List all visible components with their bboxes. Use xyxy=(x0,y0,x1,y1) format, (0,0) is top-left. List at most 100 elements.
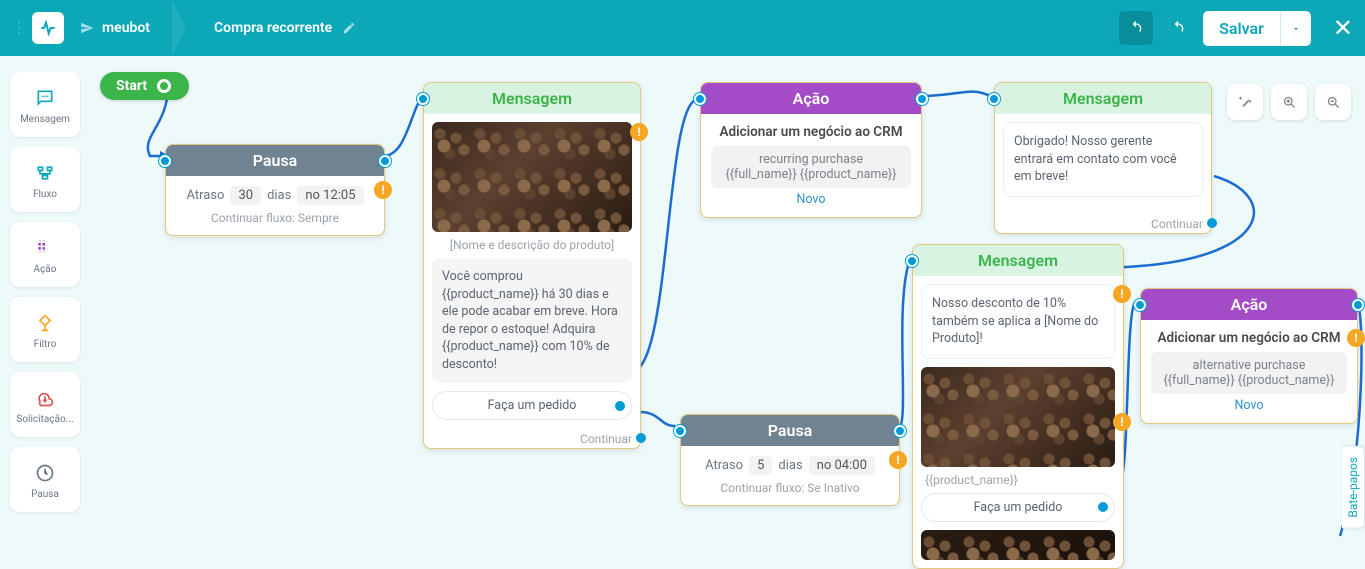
warning-icon: ! xyxy=(889,451,907,469)
save-button[interactable]: Salvar xyxy=(1203,11,1280,46)
tool-label: Solicitação... xyxy=(14,414,76,425)
node-header: Mensagem xyxy=(913,245,1123,276)
chats-tab[interactable]: Bate-papos xyxy=(1342,446,1365,529)
zoom-in-button[interactable] xyxy=(1271,84,1307,120)
action-node-1[interactable]: Ação Adicionar um negócio ao CRM recurri… xyxy=(700,82,922,218)
magic-wand-button[interactable] xyxy=(1227,84,1263,120)
breadcrumb-separator xyxy=(172,0,186,56)
tool-label: Filtro xyxy=(14,339,76,350)
node-header: Mensagem xyxy=(424,83,640,114)
product-image xyxy=(432,122,632,232)
port-in[interactable] xyxy=(159,155,171,167)
action-field: alternative purchase {{full_name}} {{pro… xyxy=(1151,352,1347,394)
delay-unit: dias xyxy=(267,188,291,203)
start-port[interactable] xyxy=(157,79,171,93)
port-in[interactable] xyxy=(1134,299,1146,311)
continue-mode: Continuar fluxo: Se Inativo xyxy=(695,481,885,495)
tool-pause[interactable]: Pausa xyxy=(10,447,80,512)
filter-icon xyxy=(35,309,55,333)
node-header: Ação xyxy=(1141,289,1357,320)
port-out[interactable] xyxy=(636,433,646,443)
message-icon xyxy=(35,84,55,108)
delay-time: no 12:05 xyxy=(297,186,363,205)
tool-label: Mensagem xyxy=(14,114,76,125)
bot-name[interactable]: meubot xyxy=(102,20,150,36)
delay-unit: dias xyxy=(778,458,802,473)
delay-time: no 04:00 xyxy=(809,456,875,475)
quick-reply-button[interactable]: Faça um pedido xyxy=(432,391,632,420)
tool-label: Fluxo xyxy=(14,189,76,200)
message-text: Obrigado! Nosso gerente entrará em conta… xyxy=(1003,122,1203,197)
tool-filter[interactable]: Filtro xyxy=(10,297,80,362)
api-icon xyxy=(35,384,55,408)
warning-icon: ! xyxy=(374,181,392,199)
tool-message[interactable]: Mensagem xyxy=(10,72,80,137)
port-in[interactable] xyxy=(906,255,918,267)
port-in[interactable] xyxy=(417,93,429,105)
delay-value: 30 xyxy=(230,186,261,205)
start-node[interactable]: Start xyxy=(100,72,189,100)
image-caption: [Nome e descrição do produto] xyxy=(432,238,632,252)
node-header: Pausa xyxy=(681,415,899,446)
port-out[interactable] xyxy=(1098,502,1108,512)
flow-canvas[interactable]: Start Pausa Atraso 30 dias no 12:05 Cont… xyxy=(0,56,1365,549)
wand-icon xyxy=(1238,95,1253,110)
image-caption: {{product_name}} xyxy=(921,473,1115,487)
warning-icon: ! xyxy=(1113,413,1131,431)
pause-node-1[interactable]: Pausa Atraso 30 dias no 12:05 Continuar … xyxy=(165,144,385,236)
product-image xyxy=(921,367,1115,467)
message-node-1[interactable]: Mensagem ! [Nome e descrição do produto]… xyxy=(423,82,641,449)
port-out[interactable] xyxy=(894,425,906,437)
start-label: Start xyxy=(116,78,147,94)
tool-api[interactable]: Solicitação... xyxy=(10,372,80,437)
message-text: Nosso desconto de 10% também se aplica a… xyxy=(921,284,1115,359)
tool-label: Pausa xyxy=(14,489,76,500)
flow-name: Compra recorrente xyxy=(214,20,332,36)
action-status: Novo xyxy=(1151,398,1347,413)
action-node-2[interactable]: Ação Adicionar um negócio ao CRM ! alter… xyxy=(1140,288,1358,424)
pencil-icon[interactable] xyxy=(342,20,356,36)
port-out[interactable] xyxy=(615,401,625,411)
pause-node-2[interactable]: Pausa Atraso 5 dias no 04:00 Continuar f… xyxy=(680,414,900,506)
tool-flow[interactable]: Fluxo xyxy=(10,147,80,212)
node-header: Pausa xyxy=(166,145,384,176)
warning-icon: ! xyxy=(630,123,648,141)
quick-reply-button[interactable]: Faça um pedido xyxy=(921,493,1115,522)
port-out[interactable] xyxy=(1207,218,1217,228)
action-icon xyxy=(35,234,55,258)
continue-port: Continuar xyxy=(995,213,1211,233)
port-in[interactable] xyxy=(674,425,686,437)
send-icon xyxy=(80,20,94,36)
continue-mode: Continuar fluxo: Sempre xyxy=(180,211,370,225)
port-in[interactable] xyxy=(694,93,706,105)
close-icon[interactable]: ✕ xyxy=(1333,14,1353,42)
zoom-in-icon xyxy=(1282,95,1297,110)
message-node-2[interactable]: Mensagem Obrigado! Nosso gerente entrará… xyxy=(994,82,1212,234)
tool-label: Ação xyxy=(14,264,76,275)
continue-port: Continuar xyxy=(424,428,640,448)
delay-label: Atraso xyxy=(705,458,743,473)
undo-button[interactable] xyxy=(1119,11,1153,45)
action-field: recurring purchase {{full_name}} {{produ… xyxy=(711,146,911,188)
delay-label: Atraso xyxy=(186,188,224,203)
action-title: Adicionar um negócio ao CRM xyxy=(1151,330,1347,346)
tool-action[interactable]: Ação xyxy=(10,222,80,287)
warning-icon: ! xyxy=(1347,329,1365,347)
tool-sidebar: Mensagem Fluxo Ação Filtro Solicitação..… xyxy=(10,72,80,512)
action-status: Novo xyxy=(711,192,911,207)
message-node-3[interactable]: Mensagem Nosso desconto de 10% também se… xyxy=(912,244,1124,569)
delay-value: 5 xyxy=(749,456,772,475)
app-logo[interactable] xyxy=(32,12,64,44)
zoom-out-icon xyxy=(1326,95,1341,110)
port-in[interactable] xyxy=(988,93,1000,105)
zoom-out-button[interactable] xyxy=(1315,84,1351,120)
action-title: Adicionar um negócio ao CRM xyxy=(711,124,911,140)
port-out[interactable] xyxy=(379,155,391,167)
port-out[interactable] xyxy=(1352,299,1364,311)
product-image-2 xyxy=(921,530,1115,560)
port-out[interactable] xyxy=(916,93,928,105)
drag-handle-icon[interactable]: ⋮ xyxy=(12,20,26,36)
clock-icon xyxy=(35,459,55,483)
redo-button[interactable] xyxy=(1161,11,1195,45)
save-dropdown[interactable] xyxy=(1280,11,1311,46)
